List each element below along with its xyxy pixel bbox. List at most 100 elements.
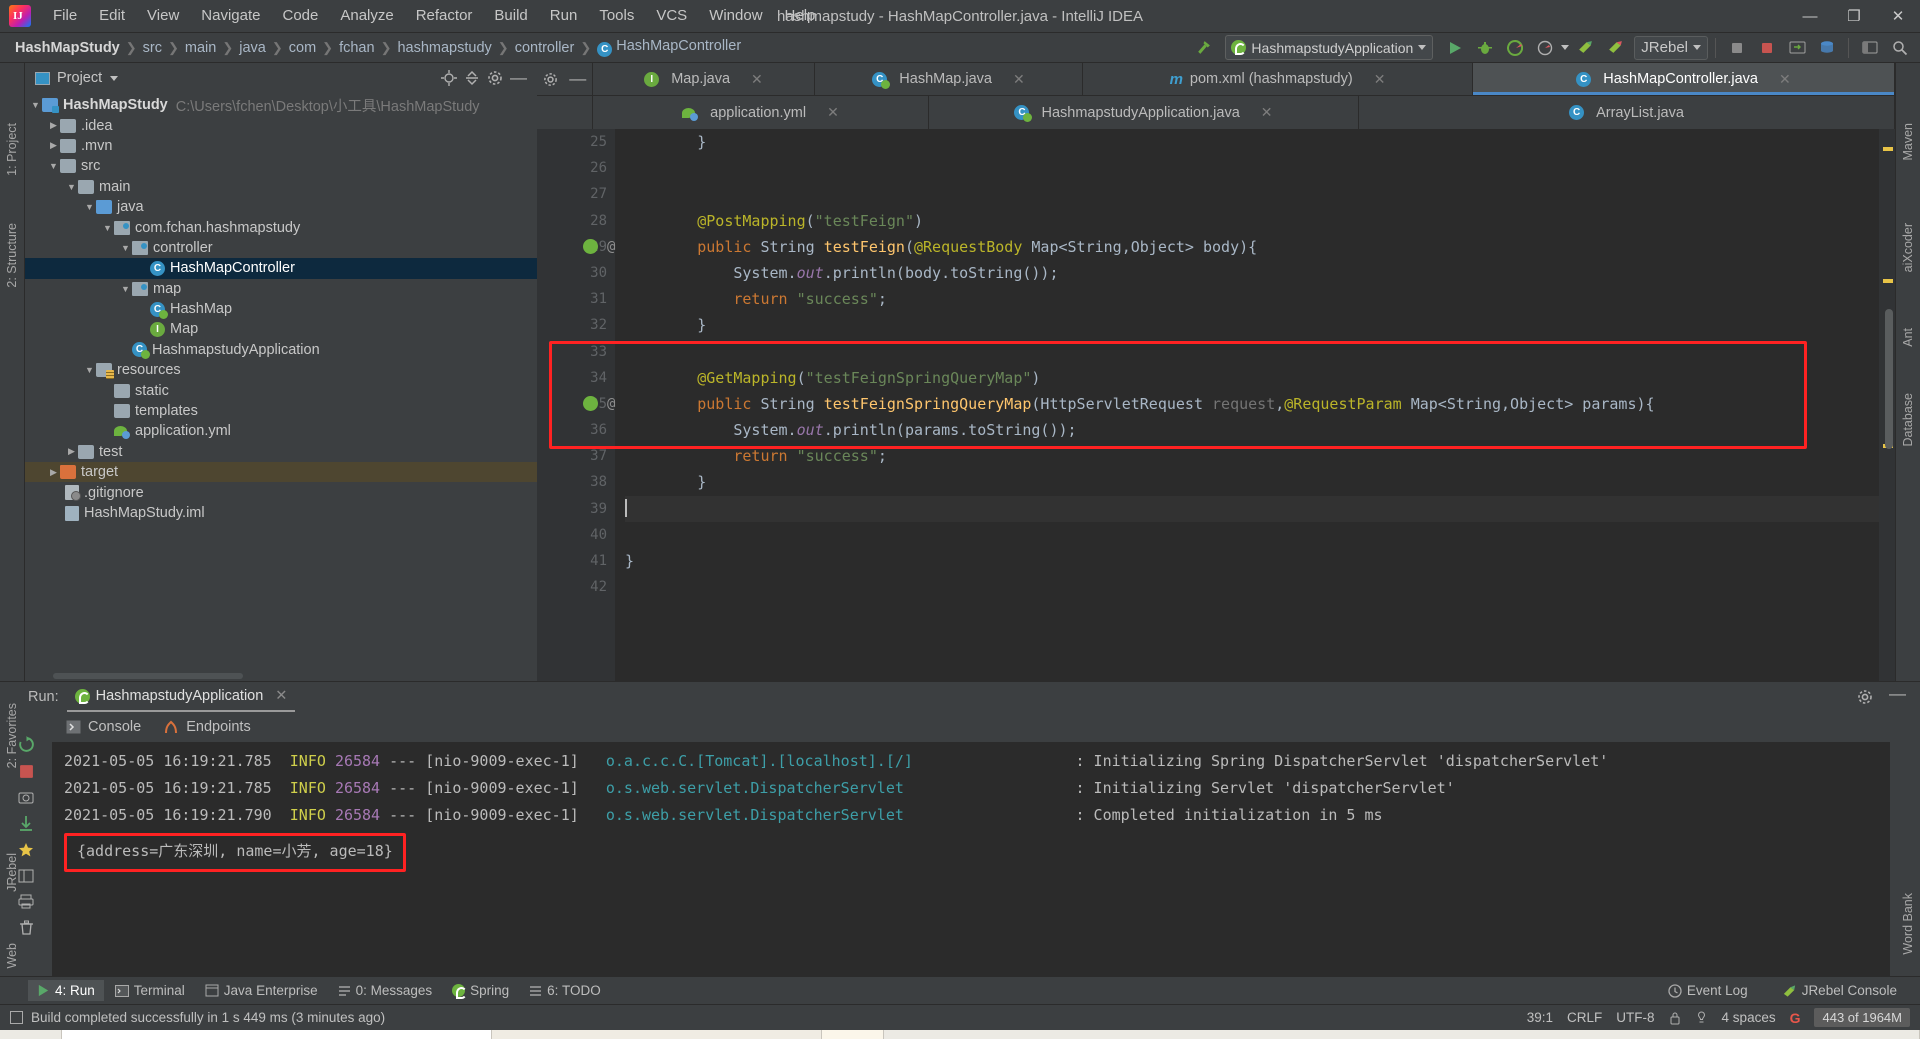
tool-button-jrebel-console[interactable]: JRebel Console (1773, 980, 1906, 1001)
editor-vertical-scrollbar[interactable] (1885, 309, 1893, 449)
run-method-gutter-icon[interactable] (583, 395, 598, 411)
profiler-button[interactable] (1531, 35, 1559, 61)
code-line[interactable] (625, 339, 1879, 365)
line-number[interactable]: 35 @ (537, 391, 615, 417)
collapse-all-icon[interactable] (464, 70, 480, 86)
close-button[interactable]: ✕ (1876, 0, 1920, 33)
jrebel-selector[interactable]: JRebel (1634, 35, 1708, 60)
tool-button-event-log[interactable]: Event Log (1659, 980, 1757, 1001)
menu-refactor[interactable]: Refactor (405, 2, 484, 30)
menu-edit[interactable]: Edit (88, 2, 136, 30)
tree-node-idea[interactable]: ▶ .idea (25, 115, 537, 135)
search-icon[interactable] (1886, 35, 1914, 61)
menu-navigate[interactable]: Navigate (190, 2, 271, 30)
tree-node-map-package[interactable]: ▼ map (25, 279, 537, 299)
menu-run[interactable]: Run (539, 2, 589, 30)
tree-node-static[interactable]: static (25, 380, 537, 400)
tree-node-hashmapcontroller[interactable]: C HashMapController (25, 258, 537, 279)
expand-arrow-icon[interactable]: ▼ (83, 365, 96, 375)
tab-pom-xml[interactable]: m pom.xml (hashmapstudy) ✕ (1083, 63, 1473, 95)
gear-icon[interactable] (543, 72, 558, 87)
line-number[interactable]: 26 (537, 155, 615, 181)
breadcrumb-item-main[interactable]: main (182, 39, 219, 57)
menu-view[interactable]: View (136, 2, 190, 30)
breadcrumb-item-src[interactable]: src (140, 39, 165, 57)
tab-hashmapstudyapplication-java[interactable]: C HashmapstudyApplication.java ✕ (929, 96, 1359, 129)
line-number[interactable]: 37 (537, 443, 615, 469)
code-line[interactable]: @GetMapping("testFeignSpringQueryMap") (625, 365, 1879, 391)
code-line[interactable]: System.out.println(body.toString()); (625, 260, 1879, 286)
project-horizontal-scrollbar[interactable] (53, 673, 243, 679)
line-number[interactable]: 39 (537, 496, 615, 522)
tab-hashmapcontroller-java[interactable]: C HashMapController.java ✕ (1473, 63, 1895, 95)
tree-node-hashmapstudyapplication[interactable]: C HashmapstudyApplication (25, 340, 537, 360)
line-number[interactable]: 42 (537, 574, 615, 600)
line-number[interactable]: 34 (537, 365, 615, 391)
tool-button-messages[interactable]: 0: Messages (329, 980, 442, 1001)
locate-icon[interactable] (441, 70, 457, 86)
breadcrumb-item-hashmapstudy[interactable]: hashmapstudy (394, 39, 494, 57)
menu-tools[interactable]: Tools (588, 2, 645, 30)
code-text[interactable]: } @PostMapping("testFeign") public Strin… (615, 129, 1879, 681)
breadcrumb-item-class[interactable]: C HashMapController (594, 37, 744, 58)
code-line[interactable]: } (625, 312, 1879, 338)
expand-arrow-icon[interactable]: ▼ (83, 202, 96, 212)
code-line[interactable]: return "success"; (625, 443, 1879, 469)
code-line[interactable] (625, 495, 1879, 522)
menu-vcs[interactable]: VCS (645, 2, 698, 30)
rail-item-database[interactable]: Database (1901, 393, 1915, 447)
tool-button-terminal[interactable]: Terminal (106, 980, 194, 1001)
tab-arraylist-java[interactable]: C ArrayList.java (1359, 96, 1895, 129)
tree-node-target[interactable]: ▶ target (25, 462, 537, 483)
debug-button[interactable] (1471, 35, 1499, 61)
tree-node-application-yml[interactable]: application.yml (25, 421, 537, 441)
tree-node-map-interface[interactable]: I Map (25, 319, 537, 339)
jrebel-debug-button[interactable] (1601, 35, 1629, 61)
warning-marker[interactable] (1883, 279, 1893, 283)
code-line[interactable]: return "success"; (625, 286, 1879, 312)
code-editor[interactable]: 25 26 27 28 29 @30 31 32 33 34 35 @36 37 38 39 40 41 42 }… (537, 129, 1895, 681)
code-line[interactable] (625, 155, 1879, 181)
line-number[interactable]: 31 (537, 286, 615, 312)
rail-item-word-bank[interactable]: Word Bank (1901, 893, 1915, 955)
breadcrumb-item-fchan[interactable]: fchan (336, 39, 377, 57)
tab-hashmap-java[interactable]: C HashMap.java ✕ (815, 63, 1083, 95)
close-icon[interactable]: ✕ (751, 71, 763, 88)
expand-arrow-icon[interactable]: ▼ (119, 284, 132, 294)
tree-node-package[interactable]: ▼ com.fchan.hashmapstudy (25, 217, 537, 237)
run-button[interactable] (1441, 35, 1469, 61)
close-icon[interactable]: ✕ (1374, 71, 1386, 88)
minimize-button[interactable]: — (1788, 0, 1832, 33)
close-icon[interactable]: ✕ (275, 688, 287, 704)
hide-run-panel-icon[interactable]: — (1889, 685, 1906, 705)
line-number[interactable]: 29 @ (537, 234, 615, 260)
tool-button-todo[interactable]: 6: TODO (520, 980, 610, 1001)
expand-arrow-icon[interactable]: ▼ (47, 161, 60, 171)
console-output[interactable]: 2021-05-05 16:19:21.785 INFO 26584 --- [… (52, 742, 1890, 976)
warning-marker[interactable] (1883, 147, 1893, 151)
tab-map-java[interactable]: I Map.java ✕ (593, 63, 815, 95)
tree-node-templates[interactable]: templates (25, 401, 537, 421)
line-number[interactable]: 33 (537, 339, 615, 365)
indent-setting[interactable]: 4 spaces (1722, 1010, 1776, 1025)
layout-icon[interactable] (18, 869, 34, 883)
menu-help[interactable]: Help (774, 2, 827, 30)
close-icon[interactable]: ✕ (1013, 71, 1025, 88)
menu-code[interactable]: Code (271, 2, 329, 30)
rail-item-structure[interactable]: 2: Structure (5, 223, 19, 288)
memory-indicator[interactable]: 443 of 1964M (1814, 1008, 1910, 1027)
stop-red-icon[interactable] (1753, 35, 1781, 61)
tree-node-mvn[interactable]: ▶ .mvn (25, 136, 537, 156)
profiler-chevron-down-icon[interactable] (1561, 45, 1570, 50)
tree-node-test[interactable]: ▶ test (25, 442, 537, 462)
tree-node-java[interactable]: ▼ java (25, 197, 537, 217)
maximize-button[interactable]: ❐ (1832, 0, 1876, 33)
code-line[interactable]: public String testFeign(@RequestBody Map… (625, 234, 1879, 260)
rail-item-project[interactable]: 1: Project (5, 123, 19, 176)
tree-node-gitignore[interactable]: .gitignore (25, 482, 537, 502)
rail-item-aixcoder[interactable]: aiXcoder (1901, 223, 1915, 272)
print-icon[interactable] (18, 894, 34, 909)
line-number[interactable]: 40 (537, 522, 615, 548)
run-config-tab[interactable]: HashmapstudyApplication ✕ (66, 685, 296, 712)
rail-item-ant[interactable]: Ant (1901, 328, 1915, 347)
